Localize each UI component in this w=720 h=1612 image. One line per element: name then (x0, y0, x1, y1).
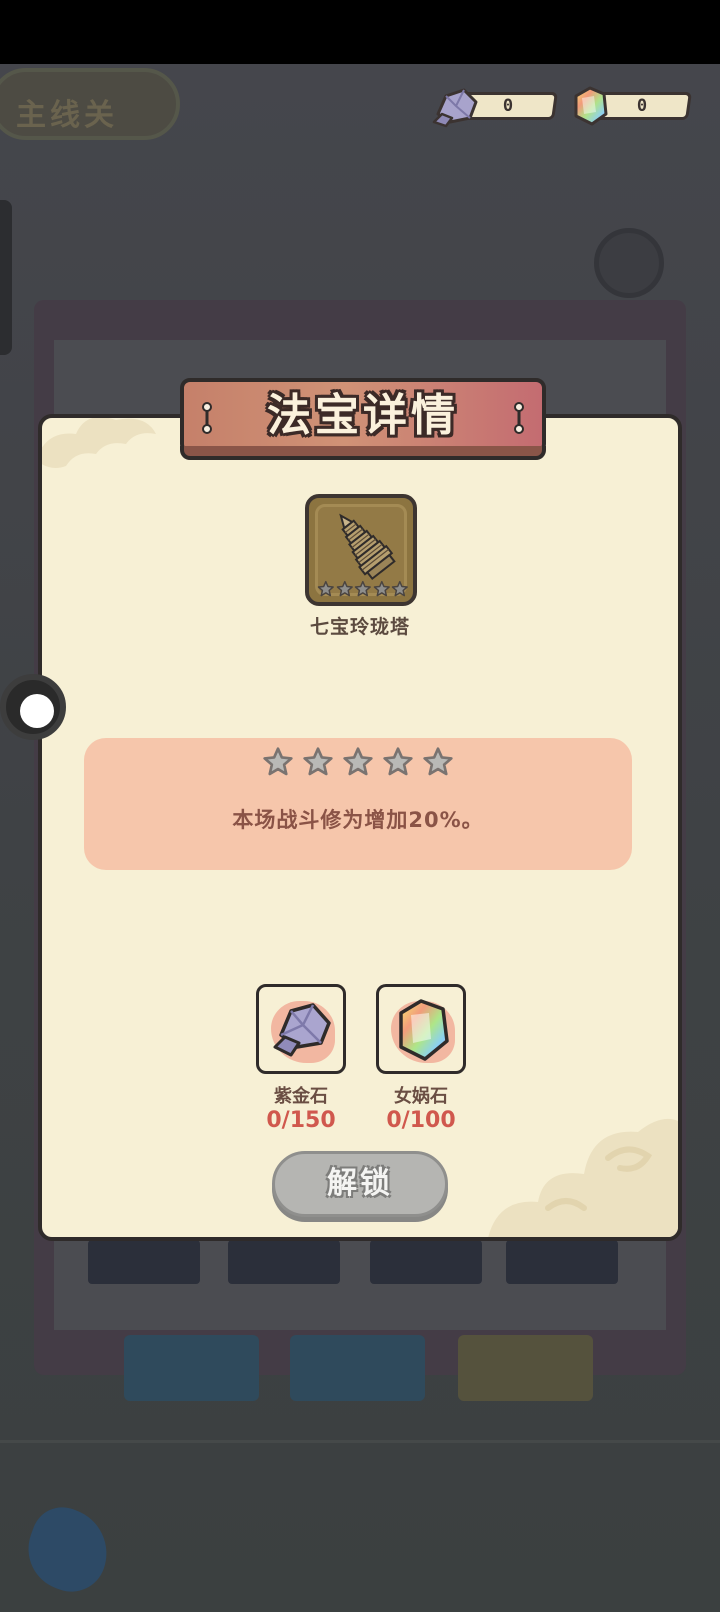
background-button (124, 1335, 259, 1401)
artifact-icon-frame (305, 494, 417, 606)
background-divider (0, 1440, 720, 1443)
artifact-description-panel: 本场战斗修为增加20%。 (84, 738, 632, 870)
cost-icon-frame (256, 984, 346, 1074)
background-button (290, 1335, 425, 1401)
unlock-button-label: 解锁 (327, 1166, 393, 1201)
artifact-star-rating (317, 580, 409, 600)
background-button (458, 1335, 593, 1401)
pin-icon (514, 402, 524, 434)
star-empty-icon (423, 747, 453, 776)
star-empty-icon (383, 747, 413, 776)
background-stage-pill: 主线关 (0, 68, 180, 140)
artifact-description: 本场战斗修为增加20%。 (232, 808, 484, 832)
star-empty-icon (392, 580, 409, 597)
star-empty-icon (343, 747, 373, 776)
cloud-decoration (488, 1119, 678, 1237)
unlock-button[interactable]: 解锁 (272, 1151, 448, 1217)
star-empty-icon (317, 580, 334, 597)
artifact-name: 七宝玲珑塔 (309, 616, 410, 638)
dialog-title: 法宝详情 (267, 390, 459, 441)
background-side-tab (0, 200, 12, 355)
star-level-row (84, 746, 632, 786)
background-cell (370, 1240, 482, 1284)
star-empty-icon (354, 580, 372, 597)
cost-icon-frame (376, 984, 466, 1074)
cost-item-name: 紫金石 (274, 1086, 328, 1107)
background-cell (88, 1240, 200, 1284)
star-empty-icon (373, 580, 390, 597)
dialog-title-banner: 法宝详情 (180, 378, 546, 460)
cloud-decoration (42, 418, 156, 468)
nuwa-stone-icon (574, 86, 608, 126)
purple-gold-stone-icon (432, 88, 478, 128)
background-stage-label: 主线关 (16, 98, 118, 133)
cost-item-count: 0/150 (266, 1108, 336, 1133)
background-cell (506, 1240, 618, 1284)
cost-item-name: 女娲石 (394, 1086, 448, 1107)
purple-gold-stone-counter: 0 (432, 84, 562, 128)
floating-assistive-button[interactable] (0, 674, 66, 740)
background-cell (228, 1240, 340, 1284)
star-empty-icon (263, 747, 293, 776)
star-empty-icon (303, 747, 333, 776)
status-bar (0, 0, 720, 64)
nuwa-stone-icon (399, 999, 449, 1061)
cost-item-count: 0/100 (386, 1108, 456, 1133)
background-gear-icon (594, 228, 664, 298)
floating-button-dot (20, 694, 54, 728)
star-empty-icon (336, 580, 353, 597)
pagoda-icon (339, 513, 396, 581)
purple-gold-stone-icon (273, 1003, 331, 1057)
nuwa-stone-counter: 0 (566, 84, 696, 128)
